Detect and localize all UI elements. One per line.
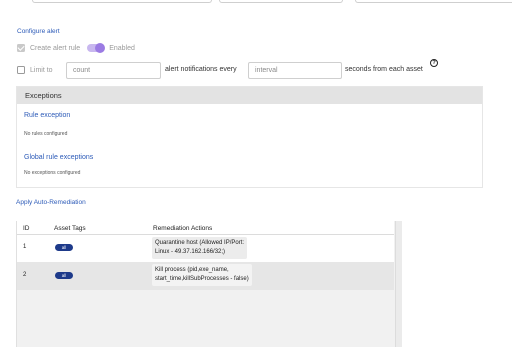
top-input-2[interactable] <box>219 0 343 3</box>
column-id: ID <box>23 225 30 232</box>
remediation-action: Kill process (pid,exe_name, start_time,k… <box>152 264 252 286</box>
column-remediation-actions: Remediation Actions <box>153 225 213 232</box>
create-alert-rule-label: Create alert rule <box>30 44 81 52</box>
interval-placeholder: interval <box>255 67 278 74</box>
asset-tag-badge[interactable]: all <box>55 244 73 251</box>
table-scrollbar[interactable] <box>395 221 402 347</box>
global-exception-note: No exceptions configured <box>24 170 81 176</box>
row-id: 2 <box>23 272 27 278</box>
enabled-toggle[interactable] <box>87 43 106 53</box>
global-exception-title[interactable]: Global rule exceptions <box>24 154 93 161</box>
table-row[interactable]: 1 all Quarantine host (Allowed IP/Port: … <box>17 235 394 262</box>
seconds-label: seconds from each asset <box>345 66 423 73</box>
notifications-label: alert notifications every <box>165 66 237 73</box>
remediation-table: ID Asset Tags Remediation Actions 1 all … <box>16 221 402 347</box>
create-alert-rule-checkbox[interactable] <box>17 44 25 52</box>
limit-row: Limit to <box>17 66 53 74</box>
exceptions-panel: Exceptions Rule exception No rules confi… <box>16 86 483 188</box>
limit-checkbox[interactable] <box>17 66 25 74</box>
auto-remediation-heading: Apply Auto-Remediation <box>16 199 86 206</box>
interval-input[interactable]: interval <box>248 62 342 79</box>
column-asset-tags: Asset Tags <box>54 225 86 232</box>
rule-exception-note: No rules configured <box>24 131 68 137</box>
rule-exception-title[interactable]: Rule exception <box>24 112 70 119</box>
action-line: Quarantine host (Allowed IP/Port: <box>155 240 245 246</box>
remediation-action: Quarantine host (Allowed IP/Port: Linux … <box>152 237 248 259</box>
action-line: start_time,killSubProcesses - false) <box>155 276 249 282</box>
action-line: Linux - 49.37.162.166/32;) <box>155 249 226 255</box>
table-row[interactable]: 2 all Kill process (pid,exe_name, start_… <box>17 262 394 290</box>
toggle-knob <box>95 43 106 53</box>
top-input-3[interactable] <box>355 0 512 3</box>
top-inputs-row <box>0 0 512 6</box>
help-icon[interactable]: ? <box>430 59 438 67</box>
exceptions-header: Exceptions <box>17 87 482 104</box>
enabled-label: Enabled <box>109 44 135 52</box>
asset-tag-badge[interactable]: all <box>55 272 73 279</box>
row-id: 1 <box>23 244 27 250</box>
count-placeholder: count <box>73 67 91 74</box>
top-input-1[interactable] <box>32 0 212 3</box>
create-alert-rule-row: Create alert rule Enabled <box>17 43 135 53</box>
table-header: ID Asset Tags Remediation Actions <box>17 221 394 235</box>
count-input[interactable]: count <box>66 62 161 79</box>
configure-alert-heading: Configure alert <box>17 28 60 35</box>
limit-label: Limit to <box>30 66 53 74</box>
action-line: Kill process (pid,exe_name, <box>155 267 229 273</box>
